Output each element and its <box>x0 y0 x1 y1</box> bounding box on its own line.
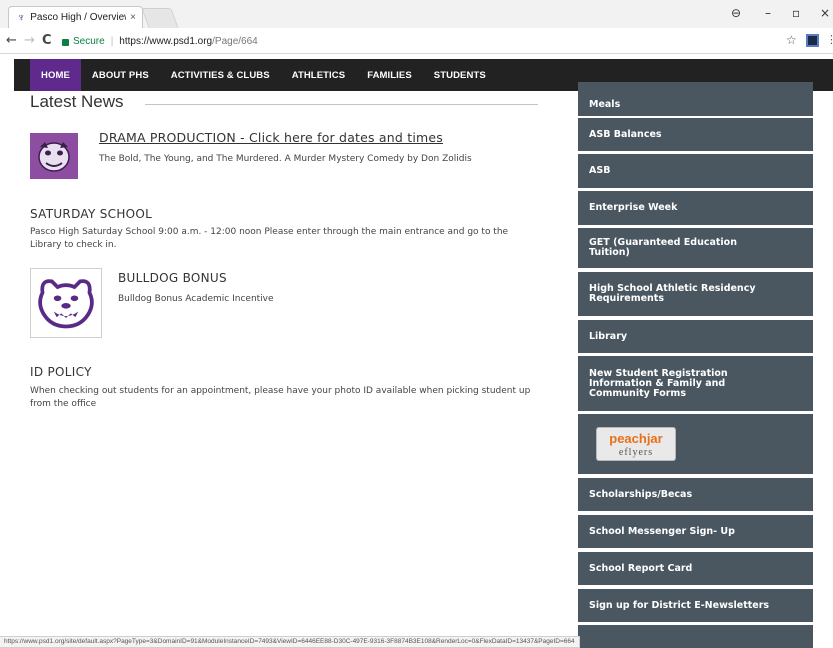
sidebar-item-get[interactable]: GET (Guaranteed Education Tuition) <box>578 228 813 268</box>
nav-home[interactable]: HOME <box>30 59 81 91</box>
sidebar-item-asb[interactable]: ASB <box>578 154 813 188</box>
news-title-bulldog-bonus: BULLDOG BONUS <box>118 271 227 285</box>
sidebar-item-scholarships[interactable]: Scholarships/Becas <box>578 478 813 511</box>
news-title-id-policy: ID POLICY <box>30 365 92 379</box>
bookmark-star-icon[interactable]: ☆ <box>786 33 797 47</box>
restore-button[interactable]: ▫ <box>792 6 800 20</box>
sidebar-item-district-newsletters[interactable]: Sign up for District E-Newsletters <box>578 589 813 622</box>
sidebar-item-label: School Report Card <box>589 562 693 574</box>
minimize-button[interactable]: – <box>765 6 771 20</box>
secure-label: Secure <box>73 35 105 47</box>
extension-icon[interactable] <box>806 34 819 47</box>
sidebar-item-library[interactable]: Library <box>578 320 813 353</box>
url-path: /Page/664 <box>212 35 258 47</box>
sidebar-item-label: Scholarships/Becas <box>589 488 693 500</box>
sidebar-item-peachjar[interactable]: peachjar eflyers <box>578 414 813 474</box>
browser-tab[interactable]: ♆ Pasco High / Overview × <box>8 6 143 28</box>
peachjar-wordmark: peachjar <box>609 431 663 446</box>
sidebar-item-label: Enterprise Week <box>589 202 678 213</box>
window-close-button[interactable]: × <box>820 6 830 20</box>
site-favicon-icon: ♆ <box>17 11 26 24</box>
sidebar-item-label: GET (Guaranteed Education Tuition) <box>589 237 737 258</box>
peachjar-logo: peachjar eflyers <box>596 427 676 461</box>
peachjar-tagline: eflyers <box>618 447 654 458</box>
lock-icon <box>62 38 69 46</box>
browser-tabstrip: ♆ Pasco High / Overview × ⊖ – ▫ × <box>0 0 833 28</box>
sidebar-item-new-student-registration[interactable]: New Student Registration Information & F… <box>578 356 813 411</box>
nav-athletics[interactable]: ATHLETICS <box>281 59 357 91</box>
url-input[interactable]: Secure | https://www.psd1.org/Page/664 <box>62 32 762 50</box>
news-desc-id-policy: When checking out students for an appoin… <box>30 386 531 409</box>
sidebar-item-partial[interactable] <box>578 625 813 648</box>
news-title-saturday: SATURDAY SCHOOL <box>30 207 153 221</box>
sidebar-item-label: ASB <box>589 165 611 176</box>
sidebar-item-school-messenger[interactable]: School Messenger Sign- Up <box>578 515 813 548</box>
sidebar-item-enterprise-week[interactable]: Enterprise Week <box>578 191 813 225</box>
heading-divider <box>145 104 538 105</box>
tab-title: Pasco High / Overview <box>30 12 127 23</box>
sidebar-item-label: ASB Balances <box>589 128 662 140</box>
bulldog-logo-icon <box>38 142 70 172</box>
sidebar-item-school-report-card[interactable]: School Report Card <box>578 552 813 585</box>
forward-button[interactable]: → <box>24 33 35 48</box>
drama-thumbnail[interactable] <box>30 133 78 179</box>
status-bar-url: https://www.psd1.org/site/default.aspx?P… <box>0 636 580 648</box>
news-desc-drama: The Bold, The Young, and The Murdered. A… <box>99 154 472 164</box>
bulldog-mascot-icon <box>38 279 94 329</box>
profile-icon[interactable]: ⊖ <box>731 6 741 20</box>
sidebar-item-athletic-residency[interactable]: High School Athletic Residency Requireme… <box>578 272 813 316</box>
nav-activities-clubs[interactable]: ACTIVITIES & CLUBS <box>160 59 281 91</box>
reload-button[interactable]: C <box>42 33 52 48</box>
sidebar-item-label: School Messenger Sign- Up <box>589 525 735 537</box>
address-bar: ← → C Secure | https://www.psd1.org/Page… <box>0 28 833 54</box>
tab-close-icon[interactable]: × <box>130 12 136 23</box>
bulldog-bonus-thumbnail[interactable] <box>30 268 102 338</box>
sidebar-item-label: New Student Registration Information & F… <box>589 367 728 399</box>
sidebar-item-label: Meals <box>589 99 621 110</box>
news-desc-saturday: Pasco High Saturday School 9:00 a.m. - 1… <box>30 227 509 250</box>
url-separator: | <box>110 35 114 47</box>
url-host: https://www.psd1.org <box>119 35 213 47</box>
latest-news-heading: Latest News <box>30 92 124 111</box>
menu-icon[interactable]: ⋮ <box>826 33 833 46</box>
news-title-drama[interactable]: DRAMA PRODUCTION - Click here for dates … <box>99 130 443 145</box>
nav-students[interactable]: STUDENTS <box>423 59 497 91</box>
sidebar-item-label: High School Athletic Residency Requireme… <box>589 283 756 304</box>
nav-families[interactable]: FAMILIES <box>356 59 423 91</box>
sidebar-item-label: Sign up for District E-Newsletters <box>589 599 770 611</box>
sidebar-item-meals[interactable]: Meals <box>578 82 813 116</box>
nav-about-phs[interactable]: ABOUT PHS <box>81 59 160 91</box>
news-desc-bulldog-bonus: Bulldog Bonus Academic Incentive <box>118 294 274 304</box>
sidebar-item-label: Library <box>589 330 628 342</box>
sidebar-item-asb-balances[interactable]: ASB Balances <box>578 118 813 151</box>
new-tab-button[interactable] <box>141 8 179 28</box>
back-button[interactable]: ← <box>6 33 17 48</box>
